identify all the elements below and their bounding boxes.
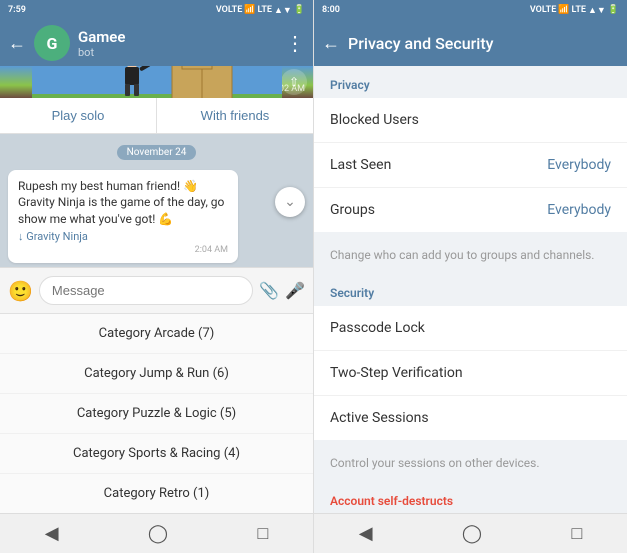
date-badge: November 24 (117, 145, 197, 160)
self-destruct-header: Account self-destructs (314, 482, 627, 513)
groups-row[interactable]: Groups Everybody (314, 188, 627, 232)
right-status-icons: VOLTE 📶 LTE ▲▼ 🔋 (530, 5, 619, 16)
left-header: ← G Gamee bot ⋮ (0, 20, 313, 66)
left-time: 7:59 (8, 5, 26, 15)
last-seen-value: Everybody (547, 157, 611, 173)
right-nav-bar: ◀ ◯ □ (314, 513, 627, 553)
settings-title: Privacy and Security (348, 34, 493, 53)
bot-sub: bot (78, 46, 277, 59)
attach-button[interactable]: 📎 (259, 281, 279, 300)
privacy-section: Blocked Users Last Seen Everybody Groups… (314, 98, 627, 232)
date-separator: November 24 (0, 140, 313, 160)
game-banner: ⇧ 2:02 AM (0, 66, 313, 98)
bot-name: Gamee (78, 28, 277, 46)
back-button[interactable]: ← (8, 33, 26, 54)
category-retro[interactable]: Category Retro (1) (0, 474, 313, 513)
play-buttons-row: Play solo With friends (0, 98, 313, 134)
game-scene (32, 66, 282, 98)
right-panel: 8:00 VOLTE 📶 LTE ▲▼ 🔋 ← Privacy and Secu… (314, 0, 627, 553)
blocked-users-row[interactable]: Blocked Users (314, 98, 627, 143)
category-list: Category Arcade (7) Category Jump & Run … (0, 313, 313, 513)
input-bar: 🙂 📎 🎤 (0, 267, 313, 313)
privacy-section-header: Privacy (314, 66, 627, 98)
passcode-label: Passcode Lock (330, 320, 425, 336)
security-section-header: Security (314, 274, 627, 306)
right-nav-back-icon[interactable]: ◀ (359, 523, 373, 544)
mic-button[interactable]: 🎤 (285, 281, 305, 300)
security-section: Passcode Lock Two-Step Verification Acti… (314, 306, 627, 440)
message-text: Rupesh my best human friend! 👋 Gravity N… (18, 178, 228, 228)
nav-back-icon[interactable]: ◀ (45, 523, 59, 544)
right-time: 8:00 (322, 5, 340, 15)
right-nav-home-icon[interactable]: ◯ (462, 523, 482, 544)
message-bubble: Rupesh my best human friend! 👋 Gravity N… (8, 170, 238, 263)
last-seen-label: Last Seen (330, 157, 391, 173)
settings-content: Privacy Blocked Users Last Seen Everybod… (314, 66, 627, 513)
scroll-down-button[interactable]: ⌄ (275, 187, 305, 217)
category-sports[interactable]: Category Sports & Racing (4) (0, 434, 313, 474)
play-friends-button[interactable]: With friends (157, 98, 313, 133)
bot-avatar: G (34, 25, 70, 61)
right-nav-recent-icon[interactable]: □ (571, 523, 582, 544)
message-link[interactable]: ↓ Gravity Ninja (18, 230, 228, 243)
left-status-icons: VOLTE 📶 LTE ▲▼ 🔋 (216, 5, 305, 16)
passcode-row[interactable]: Passcode Lock (314, 306, 627, 351)
blocked-users-label: Blocked Users (330, 112, 419, 128)
emoji-button[interactable]: 🙂 (8, 279, 33, 303)
left-panel: 7:59 VOLTE 📶 LTE ▲▼ 🔋 ← G Gamee bot ⋮ (0, 0, 314, 553)
header-info: Gamee bot (78, 28, 277, 59)
two-step-label: Two-Step Verification (330, 365, 463, 381)
right-status-bar: 8:00 VOLTE 📶 LTE ▲▼ 🔋 (314, 0, 627, 20)
settings-back-button[interactable]: ← (322, 33, 340, 54)
message-input[interactable] (39, 276, 253, 305)
category-puzzle[interactable]: Category Puzzle & Logic (5) (0, 394, 313, 434)
play-solo-button[interactable]: Play solo (0, 98, 157, 133)
groups-value: Everybody (547, 202, 611, 218)
category-arcade[interactable]: Category Arcade (7) (0, 314, 313, 354)
category-jump-run[interactable]: Category Jump & Run (6) (0, 354, 313, 394)
left-status-bar: 7:59 VOLTE 📶 LTE ▲▼ 🔋 (0, 0, 313, 20)
two-step-row[interactable]: Two-Step Verification (314, 351, 627, 396)
active-sessions-label: Active Sessions (330, 410, 429, 426)
groups-label: Groups (330, 202, 375, 218)
last-seen-row[interactable]: Last Seen Everybody (314, 143, 627, 188)
message-time: 2:04 AM (18, 245, 228, 255)
active-sessions-row[interactable]: Active Sessions (314, 396, 627, 440)
chat-area: ⇧ 2:02 AM Play solo With friends Novembe… (0, 66, 313, 267)
left-nav-bar: ◀ ◯ □ (0, 513, 313, 553)
more-options-button[interactable]: ⋮ (285, 31, 305, 55)
right-header: ← Privacy and Security (314, 20, 627, 66)
security-hint: Control your sessions on other devices. (314, 448, 627, 482)
nav-recent-icon[interactable]: □ (257, 523, 268, 544)
nav-home-icon[interactable]: ◯ (148, 523, 168, 544)
privacy-hint: Change who can add you to groups and cha… (314, 240, 627, 274)
